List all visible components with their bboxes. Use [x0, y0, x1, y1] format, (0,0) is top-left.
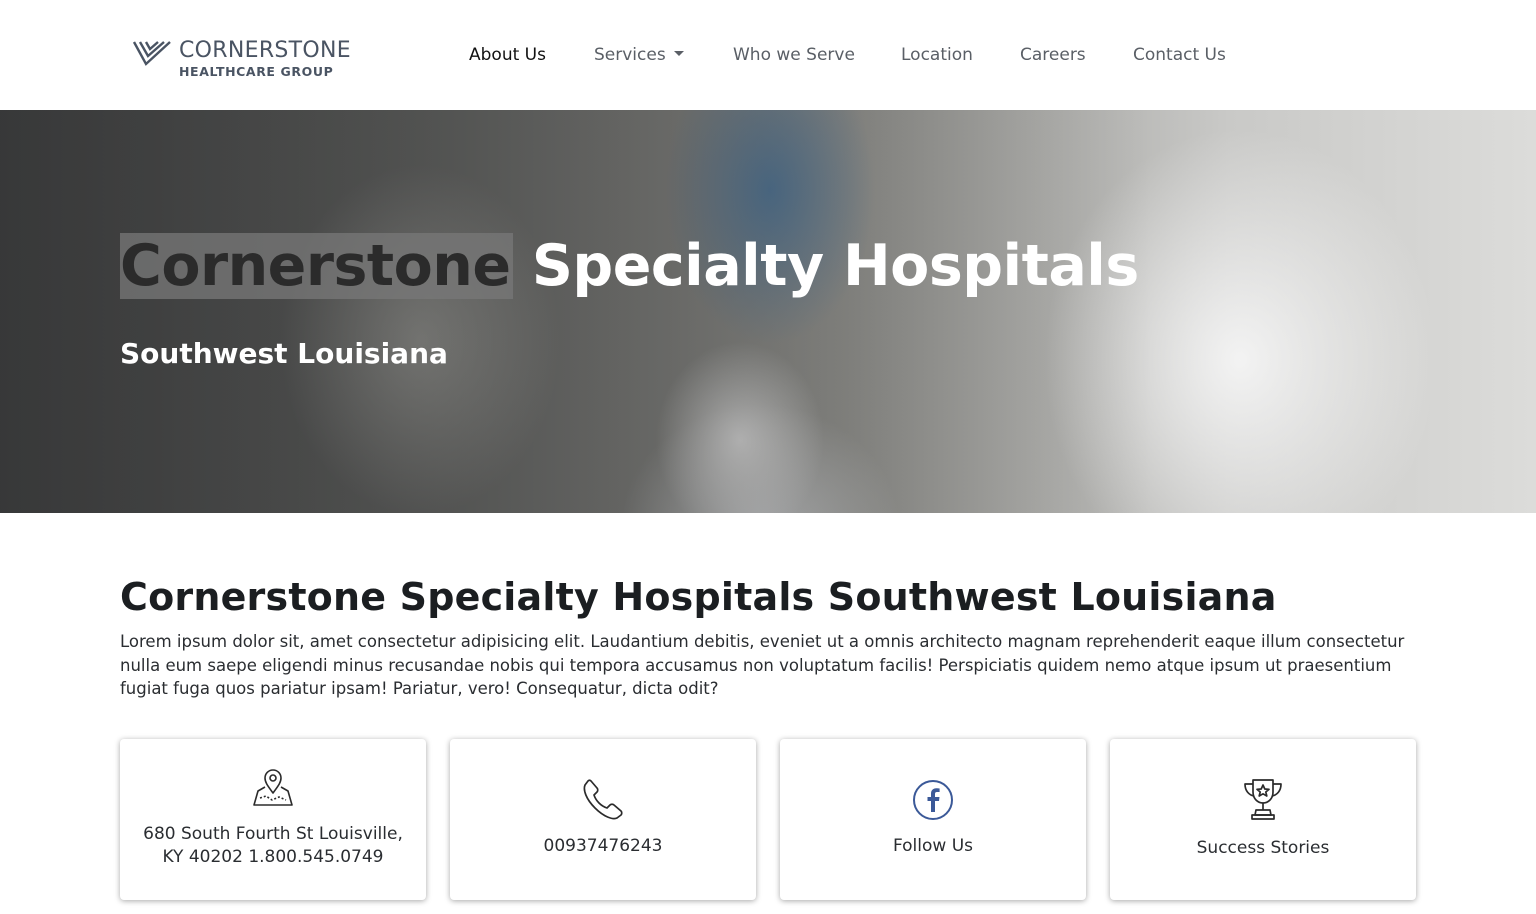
phone-icon — [583, 779, 623, 820]
hero-banner: Cornerstone Specialty Hospitals Southwes… — [0, 110, 1536, 513]
nav-careers[interactable]: Careers — [1020, 44, 1086, 66]
facebook-icon — [913, 780, 953, 820]
card-address-text: 680 South Fourth St Louisville, KY 40202… — [143, 824, 403, 867]
brand-subtitle: HEALTHCARE GROUP — [179, 64, 334, 79]
hero-title: Cornerstone Specialty Hospitals — [120, 230, 1139, 302]
hero-title-rest: Specialty Hospitals — [512, 233, 1139, 299]
nav-location[interactable]: Location — [901, 44, 973, 66]
page-heading: Cornerstone Specialty Hospitals Southwes… — [120, 575, 1277, 619]
nav-services-label: Services — [594, 45, 666, 65]
nav-about-us[interactable]: About Us — [469, 44, 546, 66]
hero-overlay — [0, 110, 1536, 513]
hero-title-highlight: Cornerstone — [120, 233, 513, 299]
map-pin-icon — [253, 769, 293, 806]
navbar: CORNERSTONE HEALTHCARE GROUP About Us Se… — [0, 0, 1536, 110]
nav-services[interactable]: Services — [594, 44, 684, 66]
brand-name: CORNERSTONE — [179, 38, 351, 63]
card-address[interactable]: 680 South Fourth St Louisville, KY 40202… — [120, 739, 426, 900]
caret-down-icon — [673, 51, 684, 56]
hero-subtitle: Southwest Louisiana — [120, 337, 448, 370]
nav-contact-us[interactable]: Contact Us — [1133, 44, 1226, 66]
card-facebook[interactable]: Follow Us — [780, 739, 1086, 900]
trophy-icon — [1244, 779, 1282, 820]
brand-logo[interactable]: CORNERSTONE HEALTHCARE GROUP — [132, 38, 372, 82]
card-phone[interactable]: 00937476243 — [450, 739, 756, 900]
logo-chevrons-icon — [132, 41, 171, 66]
intro-paragraph: Lorem ipsum dolor sit, amet consectetur … — [120, 632, 1405, 698]
nav-who-we-serve[interactable]: Who we Serve — [733, 44, 855, 66]
card-facebook-text: Follow Us — [892, 836, 974, 856]
card-phone-text: 00937476243 — [543, 836, 663, 856]
card-success-stories[interactable]: Success Stories — [1110, 739, 1416, 900]
card-success-stories-text: Success Stories — [1196, 838, 1330, 858]
